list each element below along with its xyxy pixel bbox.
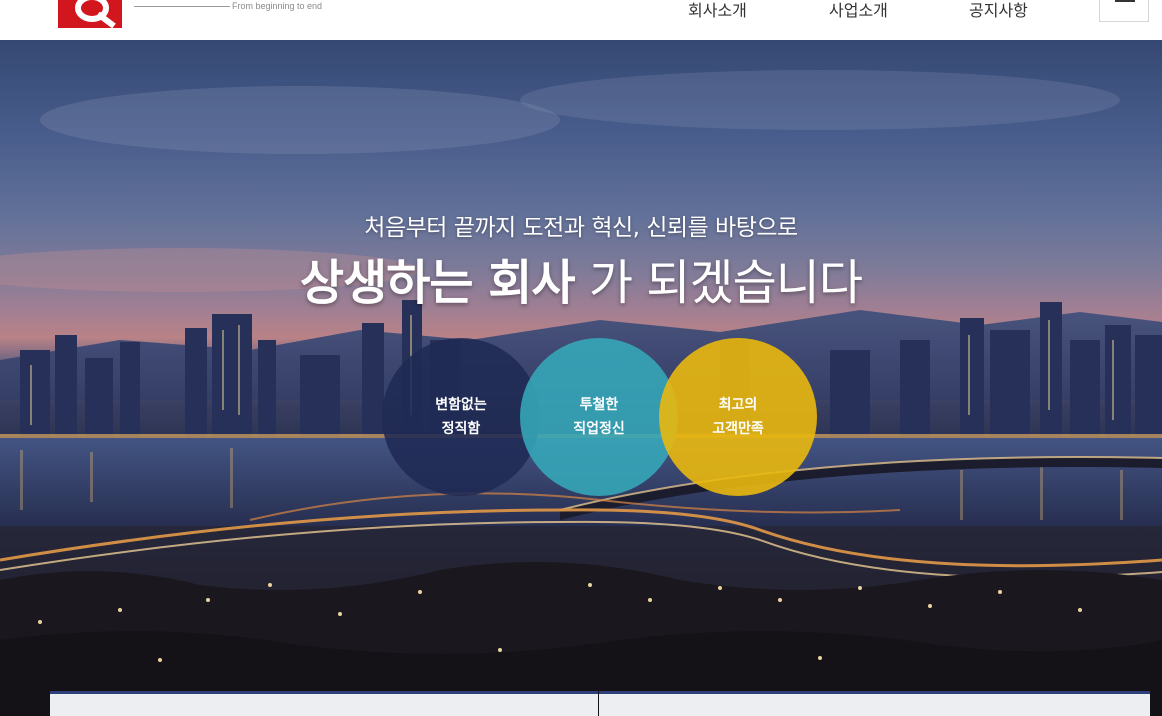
value-line1: 변함없는 [435, 397, 487, 413]
value-circle-customer-satisfaction: 최고의 고객만족 [659, 338, 817, 496]
value-line1: 최고의 [718, 397, 758, 413]
value-line2: 직업정신 [573, 421, 625, 437]
nav-notices[interactable]: 공지사항 [969, 0, 1028, 22]
company-logo[interactable] [58, 0, 122, 28]
hero-subtitle: 처음부터 끝까지 도전과 혁신, 신뢰를 바탕으로 [364, 215, 798, 241]
hero-headline-strong: 상생하는 회사 [299, 255, 576, 311]
hero-headline: 상생하는 회사 가 되겠습니다 [0, 253, 1162, 313]
nav-business-intro[interactable]: 사업소개 [829, 0, 888, 22]
tagline-divider [134, 6, 230, 7]
logo-tagline: From beginning to end [232, 1, 323, 11]
nav-company-intro[interactable]: 회사소개 [688, 0, 747, 22]
site-header: From beginning to end 회사소개 사업소개 공지사항 [0, 0, 1162, 40]
value-circle-honesty: 변함없는 정직함 [382, 338, 540, 496]
hero-headline-rest: 가 되겠습니다 [574, 255, 863, 311]
content-panel-right [599, 691, 1150, 716]
content-panel-left [50, 691, 598, 716]
hero-banner: 처음부터 끝까지 도전과 혁신, 신뢰를 바탕으로 상생하는 회사 가 되겠습니… [0, 40, 1162, 716]
hamburger-icon [1115, 0, 1135, 2]
value-line2: 정직함 [441, 421, 481, 437]
value-line2: 고객만족 [712, 421, 764, 437]
value-circle-professionalism: 투철한 직업정신 [520, 338, 678, 496]
value-line1: 투철한 [579, 397, 619, 413]
menu-button[interactable] [1099, 0, 1149, 22]
